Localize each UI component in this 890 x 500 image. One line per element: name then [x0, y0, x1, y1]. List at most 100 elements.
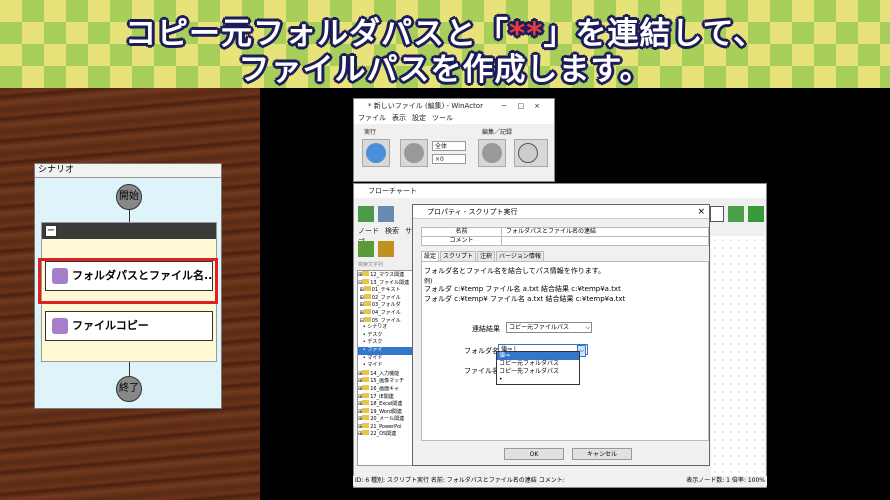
- tree-item[interactable]: • シナリオ: [358, 324, 413, 332]
- folder-icon: [363, 308, 371, 314]
- folder-icon: [362, 422, 370, 428]
- tab-settings[interactable]: 設定: [421, 251, 440, 261]
- flowchart-toolbar: [358, 204, 410, 226]
- tree-item[interactable]: • マイド: [358, 362, 413, 370]
- play-icon: [366, 143, 386, 163]
- menu-node[interactable]: ノード: [358, 227, 379, 235]
- start-node[interactable]: 開始: [116, 184, 142, 210]
- chevron-down-icon: ⌵: [585, 324, 590, 331]
- tree-item[interactable]: ⊞ 12_マウス関連: [358, 271, 413, 279]
- tree-item[interactable]: ⊞ 01_テキスト: [358, 286, 413, 294]
- comment-row: コメント: [421, 236, 709, 246]
- toolbar-icon[interactable]: [358, 206, 374, 222]
- tree-item[interactable]: ⊞ 17_IE関連: [358, 392, 413, 401]
- folder-icon: [362, 369, 370, 375]
- tree-item[interactable]: ⊞ 04_ファイル: [358, 308, 413, 317]
- run-button[interactable]: [362, 139, 390, 167]
- tree-item[interactable]: ⊟ 05_ファイル: [358, 316, 413, 325]
- result-label: 連結結果: [472, 325, 500, 333]
- record-icon: [482, 143, 502, 163]
- folder-icon: [362, 377, 370, 383]
- tab-version[interactable]: バージョン情報: [496, 251, 544, 261]
- script-node-copy[interactable]: ファイルコピー: [45, 311, 213, 341]
- tree-item[interactable]: ⊟ 13_ファイル関連: [358, 278, 413, 287]
- import-icon[interactable]: [728, 206, 744, 222]
- folder-icon: [362, 400, 370, 406]
- end-node[interactable]: 終了: [116, 376, 142, 402]
- menu-search[interactable]: 検索: [385, 227, 399, 235]
- dropdown-option[interactable]: コピー先フォルダパス: [497, 368, 579, 376]
- tree-item[interactable]: ⊞ 15_画像マッチ: [358, 377, 413, 385]
- tree-item[interactable]: ⊞ 03_フォルダ: [358, 301, 413, 309]
- folder-dropdown-list[interactable]: 値⇒ コピー元フォルダパス コピー先フォルダパス •: [496, 351, 580, 385]
- tree-item[interactable]: ⊞ 20_メール関連: [358, 415, 413, 423]
- flow-canvas[interactable]: [711, 236, 765, 476]
- group-run-label: 実行: [364, 129, 377, 136]
- winactor-window: * 新しいファイル (編集) - WinActor －□× ファイル 表示 設定 ツー…: [353, 98, 555, 182]
- description-text: フォルダ名とファイル名を結合してパス情報を作ります。: [424, 267, 606, 275]
- folder-icon[interactable]: [378, 241, 394, 257]
- tree-item[interactable]: • マイド: [358, 355, 413, 363]
- tab-notes[interactable]: 注釈: [477, 251, 496, 261]
- ok-button[interactable]: OK: [504, 448, 564, 460]
- speed-select[interactable]: ×0: [432, 154, 466, 164]
- property-dialog: プロパティ - スクリプト実行 × 名前 フォルダパスとファイル名の連結 コメン…: [412, 204, 710, 466]
- folder-icon: [362, 384, 370, 390]
- menu-view[interactable]: 表示: [392, 114, 406, 122]
- tree-item[interactable]: ⊞ 18_Excel関連: [358, 400, 413, 408]
- tree-item[interactable]: ⊞ 21_PowerPoi: [358, 422, 413, 431]
- status-left: ID: 6 種別: スクリプト実行 名前: フォルダパスとファイル名の連結 コメ…: [355, 477, 565, 484]
- record-button[interactable]: [478, 139, 506, 167]
- cancel-button[interactable]: キャンセル: [572, 448, 632, 460]
- target-button[interactable]: [514, 139, 548, 167]
- page-icon[interactable]: [710, 206, 724, 222]
- winactor-menubar: ファイル 表示 設定 ツール: [354, 113, 554, 124]
- dialog-titlebar: プロパティ - スクリプト実行 ×: [413, 205, 709, 219]
- dropdown-option[interactable]: コピー元フォルダパス: [497, 360, 579, 368]
- name-field[interactable]: フォルダパスとファイル名の連結: [506, 228, 596, 236]
- dialog-tabs: 設定 スクリプト 注釈 バージョン情報: [421, 251, 545, 261]
- folder-icon: [363, 286, 371, 292]
- stop-button[interactable]: [400, 139, 428, 167]
- tree-item[interactable]: ⊞ 02_ファイル: [358, 293, 413, 302]
- library-tree[interactable]: ⊞ 12_マウス関連 ⊟ 13_ファイル関連 ⊞ 01_テキスト ⊞ 02_ファイル ⊞…: [357, 270, 414, 466]
- tree-item[interactable]: • デスク: [358, 339, 413, 347]
- folder-icon: [362, 271, 370, 276]
- library-icon[interactable]: [358, 241, 374, 257]
- result-combo[interactable]: コピー元ファイルパス ⌵: [506, 322, 592, 333]
- folder-icon: [363, 301, 371, 307]
- export-icon[interactable]: [748, 206, 764, 222]
- dialog-close-button[interactable]: ×: [697, 205, 705, 219]
- dropdown-option[interactable]: •: [497, 376, 579, 384]
- tree-item-selected[interactable]: • ファイ: [358, 346, 413, 355]
- folder-icon: [362, 407, 370, 413]
- winactor-titlebar: * 新しいファイル (編集) - WinActor －□×: [354, 99, 554, 113]
- tree-item[interactable]: ⊞ 16_画面キャ: [358, 384, 413, 393]
- image-icon[interactable]: [378, 206, 394, 222]
- tab-script[interactable]: スクリプト: [440, 251, 477, 261]
- group-bar[interactable]: −: [42, 223, 216, 239]
- folder-icon: [362, 392, 370, 398]
- status-bar: ID: 6 種別: スクリプト実行 名前: フォルダパスとファイル名の連結 コメ…: [353, 476, 767, 486]
- example-line-1: フォルダ c:¥temp ファイル名 a.txt 結合結果 c:¥temp¥a.…: [424, 285, 621, 293]
- file-label: ファイル名: [464, 367, 499, 375]
- tree-item[interactable]: ⊞ 22_OS関連: [358, 430, 413, 438]
- status-right: 表示ノード数: 1 倍率: 100%: [686, 477, 765, 484]
- search-input[interactable]: 検索文字列: [358, 261, 383, 268]
- dropdown-option[interactable]: 値⇒: [497, 352, 579, 360]
- stop-icon: [404, 143, 424, 163]
- menu-file[interactable]: ファイル: [358, 114, 386, 122]
- folder-icon: [363, 293, 371, 299]
- menu-tools[interactable]: ツール: [432, 114, 453, 122]
- menu-settings[interactable]: 設定: [412, 114, 426, 122]
- folder-label: フォルダ名: [464, 347, 499, 355]
- tree-item[interactable]: ⊞ 19_Word関連: [358, 407, 413, 416]
- tree-item[interactable]: ⊞ 14_入力機能: [358, 369, 413, 378]
- collapse-icon[interactable]: −: [45, 225, 57, 237]
- folder-icon: [363, 316, 371, 322]
- library-toolbar: [358, 239, 410, 259]
- flowchart-titlebar: フローチャート: [354, 184, 766, 198]
- title-banner: コピー元フォルダパスと「**」を連結して、 ファイルパスを作成します。: [0, 0, 890, 88]
- window-controls[interactable]: －□×: [501, 99, 550, 113]
- scope-select[interactable]: 全体: [432, 141, 466, 151]
